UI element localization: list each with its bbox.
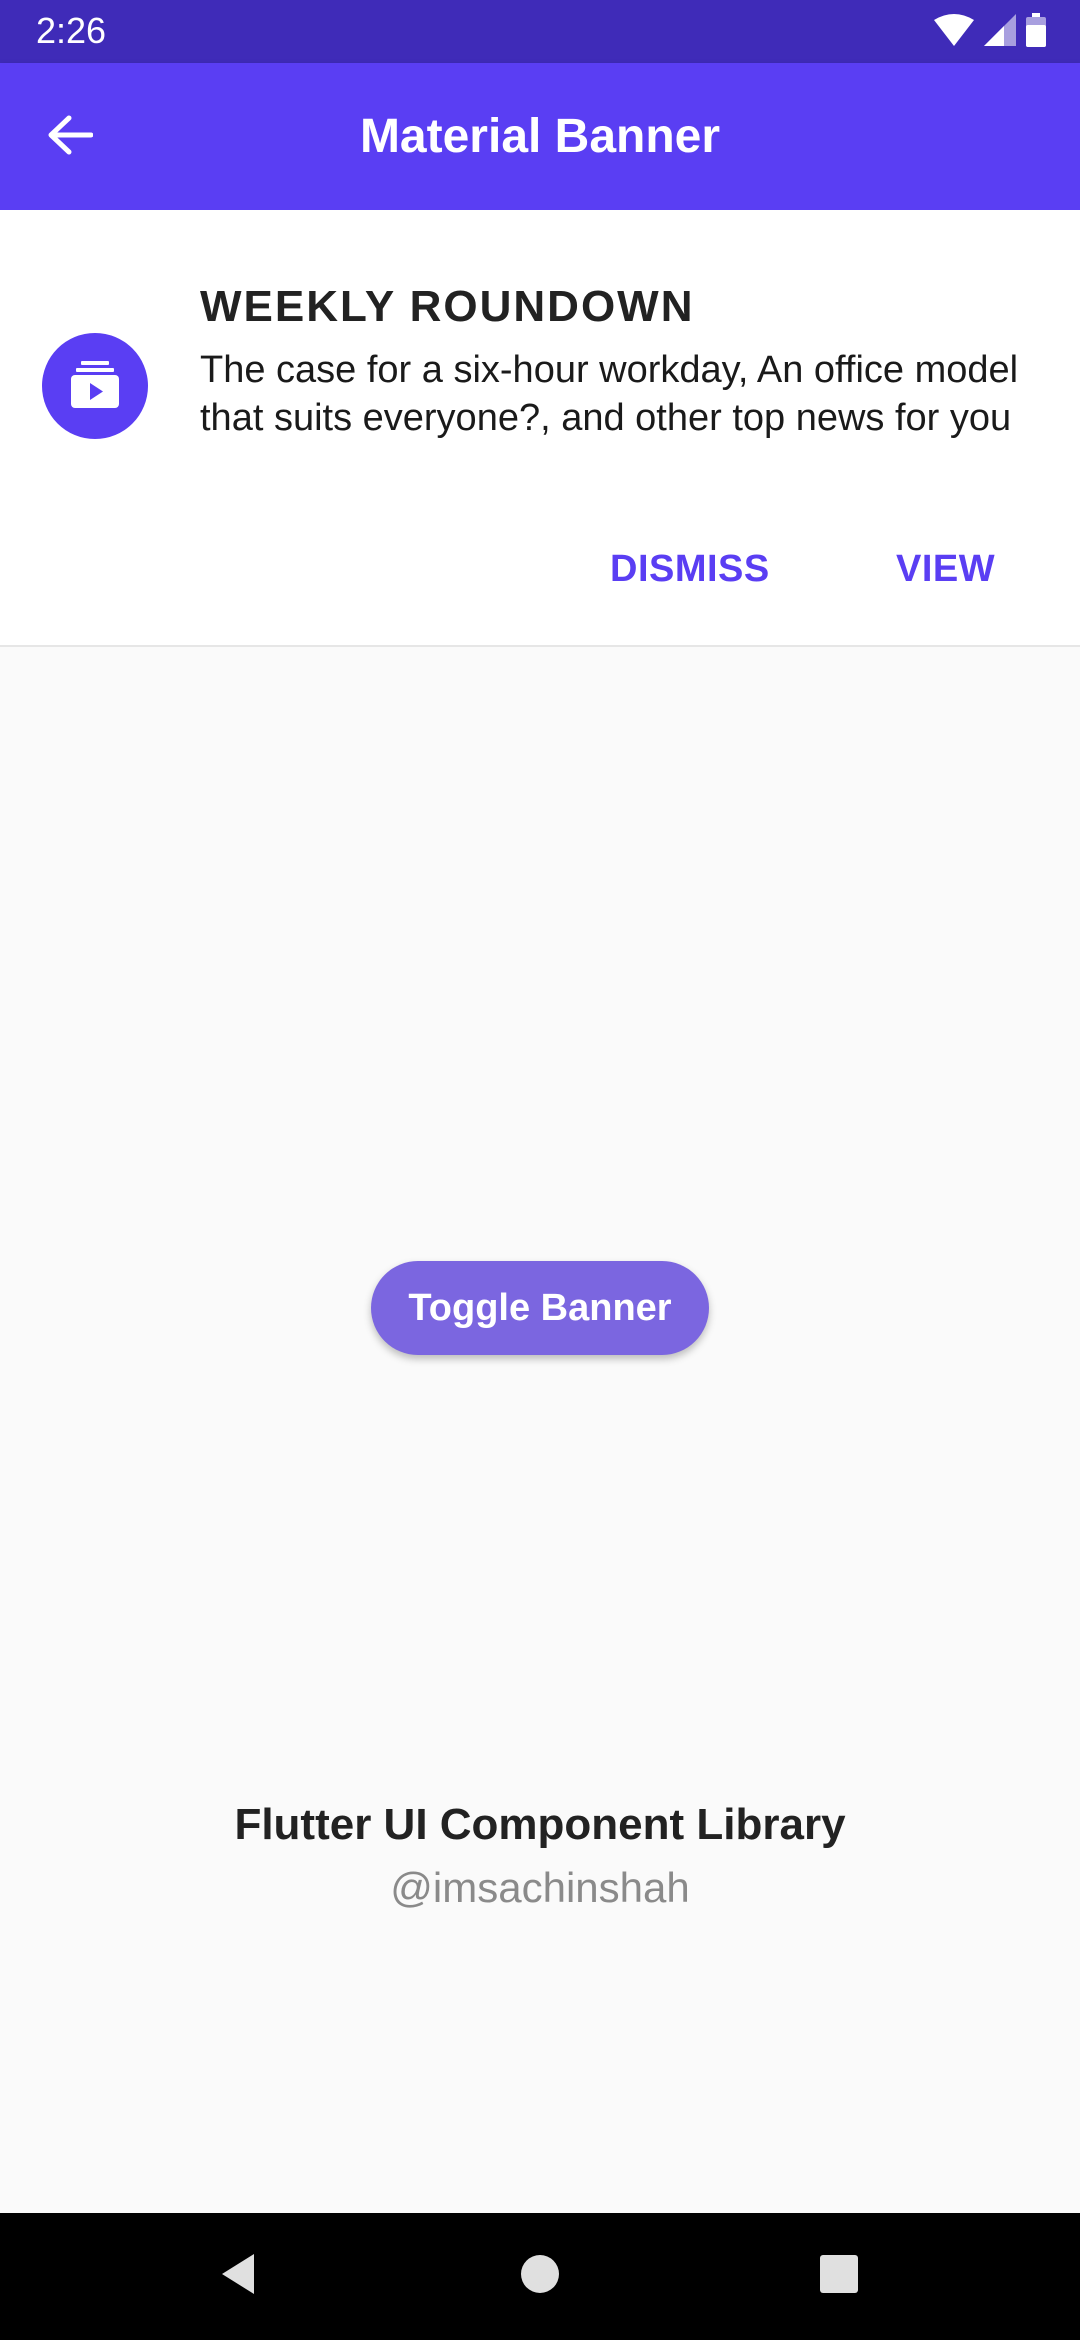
material-banner: WEEKLY ROUNDOWN The case for a six-hour … [0,210,1080,647]
status-time: 2:26 [36,10,107,51]
footer-title: Flutter UI Component Library [234,1800,846,1849]
arrow-back-icon [47,115,94,160]
status-icons [934,12,1046,52]
nav-home-button[interactable] [517,2253,563,2299]
toggle-banner-button[interactable]: Toggle Banner [371,1261,709,1355]
home-circle-icon [520,2254,560,2299]
back-triangle-icon [218,2252,258,2301]
dismiss-button[interactable]: DISMISS [610,548,770,591]
banner-heading: WEEKLY ROUNDOWN [200,282,695,331]
wifi-icon [934,13,974,51]
footer-subtitle: @imsachinshah [390,1864,690,1911]
subscriptions-icon [68,357,122,416]
app-bar: Material Banner [0,63,1080,210]
status-bar: 2:26 [0,0,1080,63]
banner-body: The case for a six-hour workday, An offi… [200,349,1019,439]
nav-recents-button[interactable] [816,2253,862,2299]
signal-icon [984,13,1016,51]
view-button[interactable]: VIEW [896,548,995,591]
back-button[interactable] [38,105,102,169]
nav-back-button[interactable] [215,2253,261,2299]
battery-icon [1026,12,1046,52]
recents-square-icon [819,2254,859,2299]
system-nav-bar [0,2213,1080,2340]
banner-avatar [42,333,148,439]
app-bar-title: Material Banner [359,110,721,163]
